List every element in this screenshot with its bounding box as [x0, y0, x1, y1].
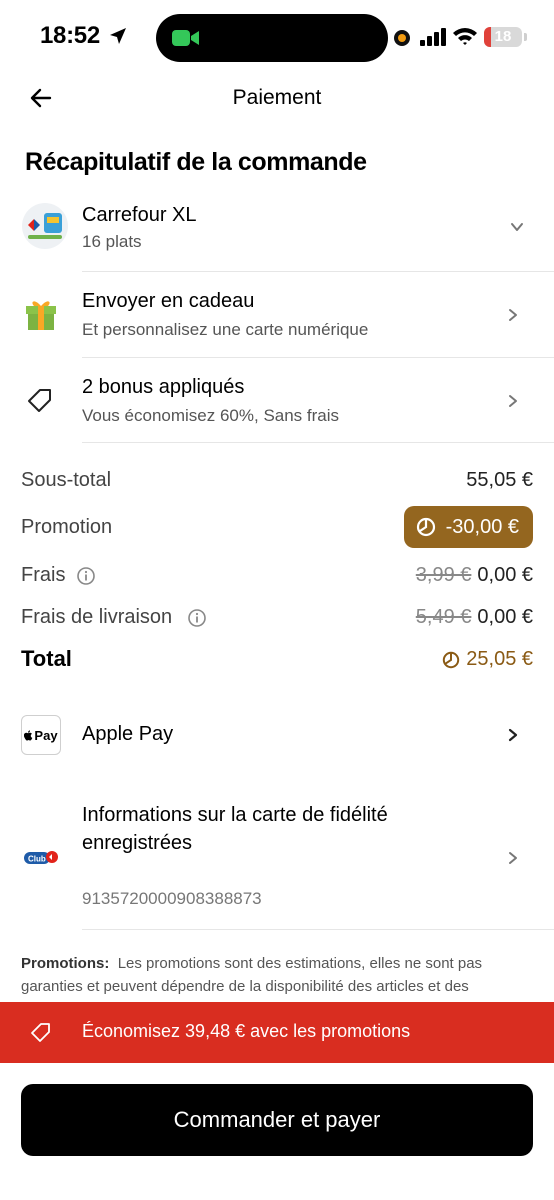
apple-icon [24, 729, 33, 740]
svg-text:Club: Club [28, 855, 46, 864]
total-value: 25,05 € [442, 648, 533, 671]
total-label: Total [21, 646, 72, 671]
loyalty-title-line1: Informations sur la carte de fidélité [82, 804, 388, 826]
promo-coin-icon [416, 517, 435, 537]
order-and-pay-button[interactable]: Commander et payer [21, 1084, 533, 1156]
battery-tip [524, 33, 527, 41]
payment-method-row[interactable]: Pay Apple Pay [0, 704, 554, 766]
gift-title: Envoyer en cadeau [82, 290, 255, 312]
chevron-right-icon[interactable] [506, 851, 520, 865]
bonus-subtitle: Vous économisez 60%, Sans frais [82, 406, 340, 425]
subtotal-value: 55,05 € [466, 469, 533, 491]
promotion-label: Promotion [21, 516, 113, 538]
disclaimer-label: Promotions: [21, 955, 110, 972]
savings-text: Économisez 39,48 € avec les promotions [82, 1021, 411, 1041]
carrefour-club-logo: Club [24, 851, 58, 864]
carrefour-store-icon [28, 213, 62, 239]
fees-label: Frais [21, 564, 66, 586]
apple-pay-logo: Pay [21, 715, 61, 755]
gift-row[interactable]: Envoyer en cadeau Et personnalisez une c… [0, 272, 554, 357]
total-amount: 25,05 € [466, 648, 533, 670]
wifi-icon [453, 28, 477, 45]
info-icon[interactable] [187, 608, 207, 628]
subtotal-label: Sous-total [21, 469, 112, 491]
divider [82, 442, 554, 443]
promotion-value: -30,00 € [445, 515, 519, 538]
gift-subtitle: Et personnalisez une carte numérique [82, 320, 369, 339]
page-title: Paiement [232, 86, 322, 109]
store-row[interactable]: Carrefour XL 16 plats [0, 190, 554, 270]
chevron-right-icon[interactable] [506, 728, 520, 742]
dynamic-island [156, 14, 388, 62]
savings-banner[interactable]: Économisez 39,48 € avec les promotions [0, 1002, 554, 1063]
status-bar: 18:52 18 [0, 0, 554, 76]
delivery-fee-label: Frais de livraison [21, 606, 173, 628]
chevron-right-icon[interactable] [506, 308, 520, 322]
location-arrow-icon [110, 28, 126, 44]
chevron-right-icon[interactable] [506, 394, 520, 408]
chevron-down-icon[interactable] [510, 220, 524, 234]
promotions-disclaimer: Promotions: Les promotions sont des esti… [21, 952, 533, 998]
bonus-title: 2 bonus appliqués [82, 376, 245, 398]
order-summary-title: Récapitulatif de la commande [25, 148, 367, 176]
fees-old-value: 3,99 € [415, 564, 472, 586]
delivery-old-value: 5,49 € [415, 606, 472, 628]
apple-pay-badge-text: Pay [34, 727, 58, 743]
loyalty-title-line2: enregistrées [82, 832, 193, 854]
battery-level-text: 18 [494, 28, 512, 45]
fees-value: 3,99 €0,00 € [416, 564, 533, 587]
fees-new-value: 0,00 € [477, 564, 533, 586]
promo-coin-icon [443, 651, 460, 668]
battery-indicator: 18 [484, 27, 522, 47]
tag-icon [28, 389, 51, 412]
tag-icon [31, 1023, 50, 1042]
bonus-row[interactable]: 2 bonus appliqués Vous économisez 60%, S… [0, 358, 554, 442]
facetime-icon [172, 30, 199, 46]
delivery-new-value: 0,00 € [477, 606, 533, 628]
loyalty-card-number: 9135720000908388873 [82, 889, 262, 908]
cellular-signal-icon [420, 28, 446, 46]
gift-icon [26, 301, 56, 330]
store-item-count: 16 plats [82, 232, 142, 251]
store-logo [22, 203, 68, 249]
promotion-badge: -30,00 € [403, 506, 533, 548]
status-time: 18:52 [40, 22, 100, 49]
delivery-fee-value: 5,49 €0,00 € [416, 606, 533, 629]
recording-indicator [394, 30, 410, 46]
info-icon[interactable] [76, 566, 96, 586]
store-name: Carrefour XL [82, 204, 197, 226]
divider [82, 929, 554, 930]
payment-method-label: Apple Pay [82, 723, 174, 745]
loyalty-card-row[interactable]: Club Informations sur la carte de fidéli… [0, 790, 554, 930]
